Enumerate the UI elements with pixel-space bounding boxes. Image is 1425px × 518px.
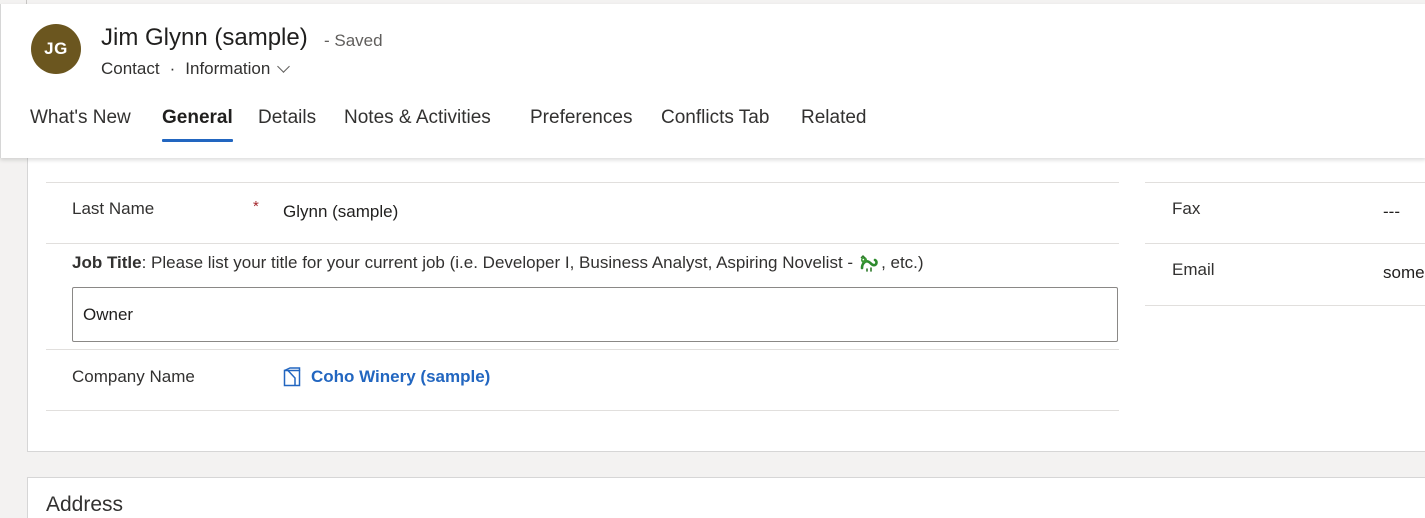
fax-label: Fax xyxy=(1172,199,1201,218)
tab-whats-new[interactable]: What's New xyxy=(30,107,131,129)
divider xyxy=(46,243,1119,244)
job-title-value: Owner xyxy=(83,304,134,324)
address-section-title: Address xyxy=(46,493,124,516)
divider xyxy=(1145,305,1425,306)
active-tab-indicator xyxy=(162,139,233,142)
job-title-label: Job Title : Please list your title for y… xyxy=(72,253,924,273)
last-name-field[interactable]: Glynn (sample) xyxy=(283,202,398,222)
record-title: Jim Glynn (sample) xyxy=(101,24,308,51)
job-title-hint-end: , etc.) xyxy=(881,253,924,272)
fax-field[interactable]: --- xyxy=(1383,202,1400,222)
avatar: JG xyxy=(31,24,81,74)
company-name-label: Company Name xyxy=(72,367,195,386)
form-name[interactable]: Information xyxy=(185,59,270,79)
email-label: Email xyxy=(1172,260,1215,279)
company-name-link[interactable]: Coho Winery (sample) xyxy=(283,367,490,387)
tab-notes-activities[interactable]: Notes & Activities xyxy=(344,107,491,129)
divider xyxy=(46,410,1119,411)
tab-conflicts[interactable]: Conflicts Tab xyxy=(661,107,769,129)
record-link-icon xyxy=(283,367,301,387)
form-selector[interactable]: Contact · Information xyxy=(101,59,291,79)
email-field[interactable]: some xyxy=(1383,263,1425,283)
tab-preferences[interactable]: Preferences xyxy=(530,107,632,129)
company-name-value: Coho Winery (sample) xyxy=(311,367,491,386)
tab-related[interactable]: Related xyxy=(801,107,867,129)
divider xyxy=(1145,182,1425,183)
chevron-down-icon[interactable] xyxy=(277,59,291,73)
separator: · xyxy=(169,59,176,78)
divider xyxy=(46,182,1119,183)
divider xyxy=(1145,243,1425,244)
tab-details[interactable]: Details xyxy=(258,107,316,129)
tab-general[interactable]: General xyxy=(162,107,233,142)
job-title-label-name: Job Title xyxy=(72,253,142,272)
divider xyxy=(46,349,1119,350)
required-indicator: * xyxy=(253,198,259,215)
entity-name: Contact xyxy=(101,59,160,78)
last-name-label: Last Name xyxy=(72,199,155,218)
record-header: JG Jim Glynn (sample) - Saved Contact · … xyxy=(0,4,1425,158)
job-title-input[interactable]: Owner xyxy=(72,287,1118,342)
dragon-icon xyxy=(860,255,878,272)
job-title-hint: : Please list your title for your curren… xyxy=(141,253,854,272)
save-status: - Saved xyxy=(324,31,383,50)
